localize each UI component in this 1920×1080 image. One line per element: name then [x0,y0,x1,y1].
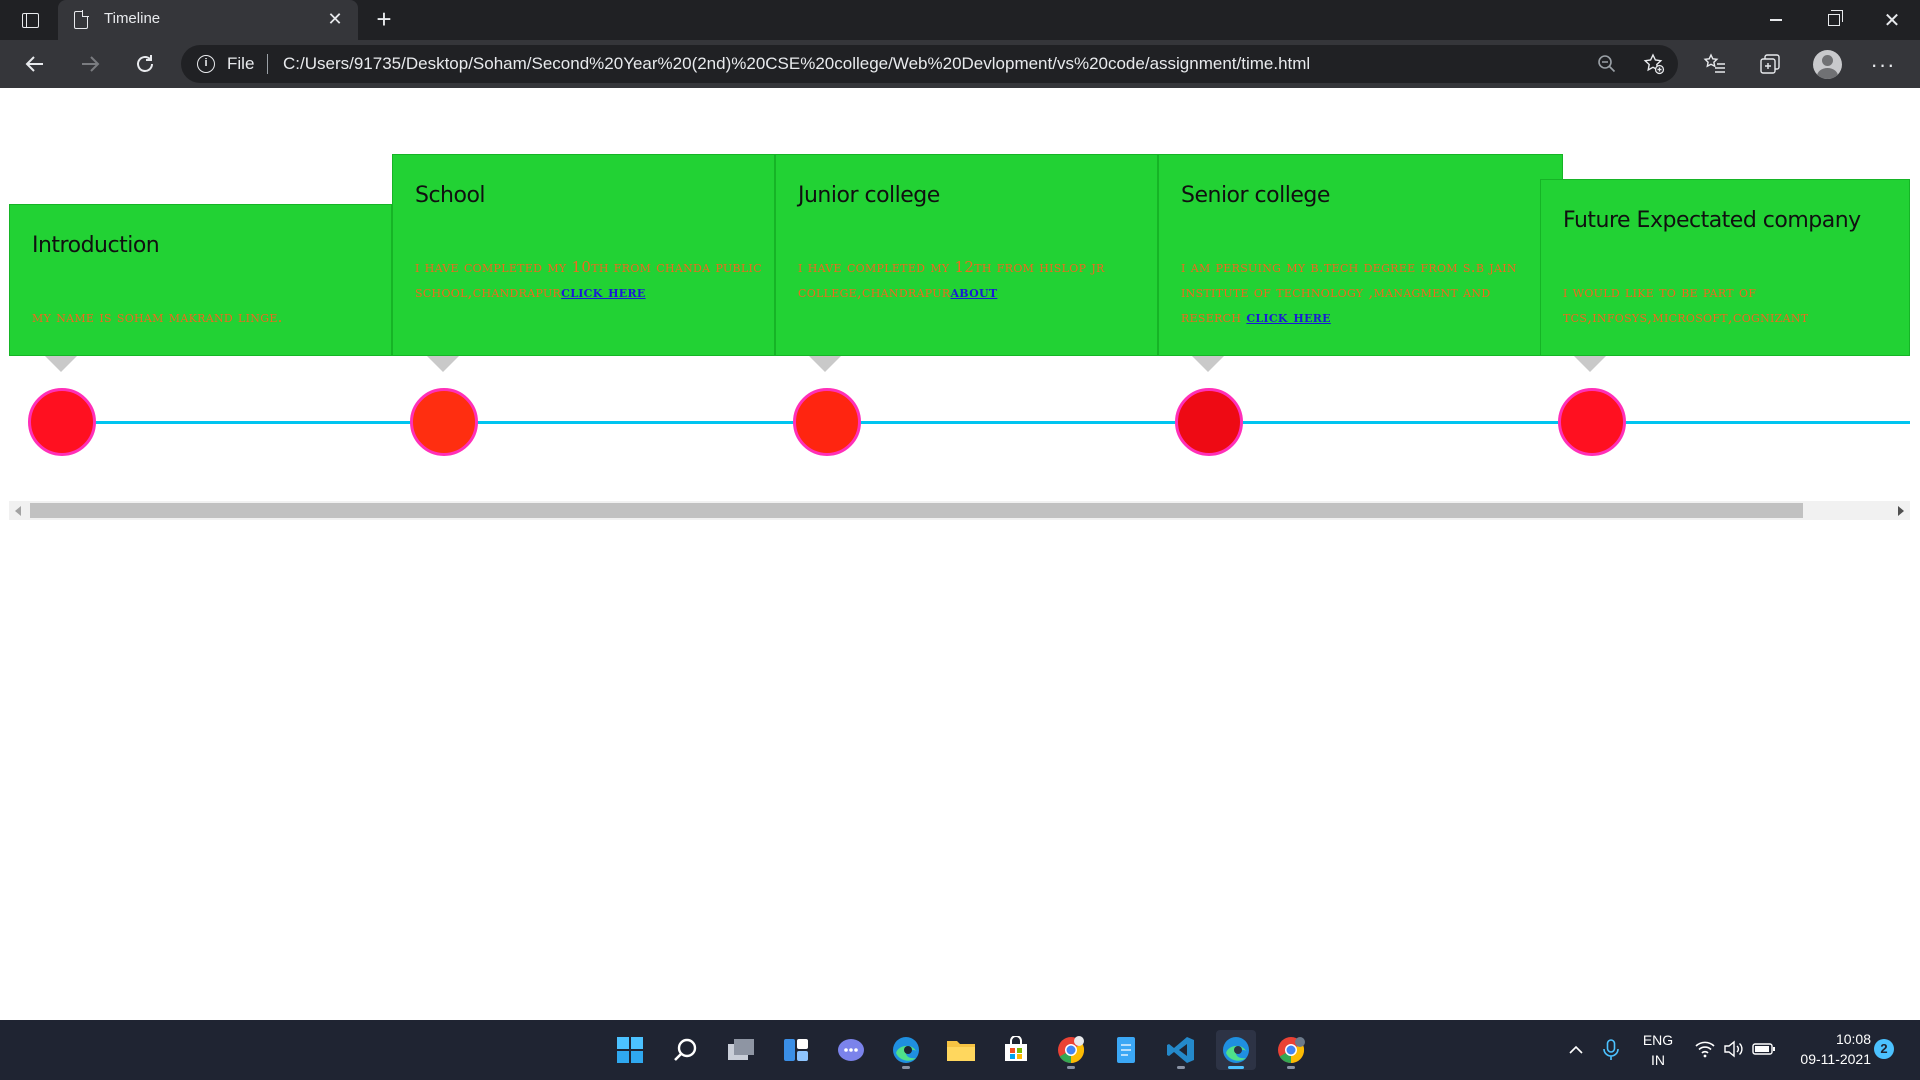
url-text[interactable]: C:/Users/91735/Desktop/Soham/Second%20Ye… [283,54,1310,74]
collections-icon[interactable] [1757,52,1783,78]
card-title: Senior college [1181,183,1330,208]
new-tab-button[interactable]: + [368,4,400,34]
title-bar: Timeline ✕ + ✕ [0,0,1920,40]
forward-arrow-icon[interactable] [72,48,108,80]
card-title: School [415,183,486,208]
click-here-link[interactable]: Click Here [561,283,645,301]
tab-actions-menu-icon[interactable] [14,8,46,32]
card-title: Junior college [798,183,940,208]
file-label: File [227,54,255,73]
show-hidden-icons-chevron-icon[interactable] [1566,1040,1586,1060]
clock-time[interactable]: 10:08 [1789,1031,1871,1047]
card-pointer [427,356,459,372]
teams-chat-icon[interactable] [831,1030,871,1070]
widgets-icon[interactable] [776,1030,816,1070]
timeline-card-senior-college: Senior college I am persuing my B.tech d… [1158,154,1563,356]
page-content: Introduction My name is Soham makrand LI… [0,88,1920,1020]
card-pointer [1574,356,1606,372]
click-here-link[interactable]: Click here [1246,308,1330,326]
scrollbar-thumb[interactable] [30,503,1803,518]
card-pointer [45,356,77,372]
about-link[interactable]: about [950,283,997,301]
card-text-body: My name is Soham makrand LINGE. [32,308,283,326]
card-pointer [1192,356,1224,372]
running-indicator [1228,1066,1244,1069]
close-tab-icon[interactable]: ✕ [324,8,346,30]
wifi-icon[interactable] [1694,1038,1716,1060]
minimize-button[interactable] [1748,0,1804,40]
card-text: I would like to be part of TCS,Infosys,M… [1563,280,1901,330]
microphone-icon[interactable] [1601,1038,1621,1062]
card-title: Introduction [32,233,160,258]
language-indicator-top[interactable]: ENG [1640,1032,1676,1048]
page-icon [74,10,89,29]
card-text: I am persuing my B.tech degree From S.b … [1181,255,1554,330]
timeline-dot [410,388,478,456]
chrome-profile-icon[interactable] [1271,1030,1311,1070]
zoom-out-icon[interactable] [1597,54,1617,74]
task-view-icon[interactable] [721,1030,761,1070]
timeline-dot [1175,388,1243,456]
add-favorite-star-icon[interactable] [1643,53,1665,75]
edge-active-icon[interactable] [1216,1030,1256,1070]
browser-tab[interactable]: Timeline ✕ [58,0,358,40]
close-window-button[interactable]: ✕ [1864,0,1920,40]
windows-start-icon[interactable] [610,1030,650,1070]
taskbar: ENG IN 10:08 09-11-2021 [0,1020,1920,1080]
horizontal-scrollbar[interactable] [9,501,1910,520]
card-text: My name is Soham makrand LINGE. [32,305,383,330]
edge-icon[interactable] [886,1030,926,1070]
timeline-card-introduction: Introduction My name is Soham makrand LI… [9,204,392,356]
language-indicator-bottom[interactable]: IN [1640,1052,1676,1068]
card-text-body: I would like to be part of TCS,Infosys,M… [1563,283,1809,326]
timeline-dot [28,388,96,456]
card-text: I have completed my 12th from Hislop Jr … [798,255,1149,305]
volume-icon[interactable] [1722,1038,1744,1060]
favorites-list-icon[interactable] [1702,52,1728,78]
reload-icon[interactable] [127,48,163,80]
card-text-body: I am persuing my B.tech degree From S.b … [1181,258,1517,326]
profile-avatar-icon[interactable] [1813,50,1842,79]
tab-title: Timeline [104,10,161,27]
restore-button[interactable] [1806,0,1862,40]
timeline-card-school: School I have completed my 10th from cha… [392,154,775,356]
card-pointer [809,356,841,372]
search-icon[interactable] [666,1030,706,1070]
timeline-line [62,421,1910,424]
scroll-right-arrow-icon[interactable] [1898,506,1904,516]
card-text: I have completed my 10th from chanda pub… [415,255,766,305]
clock-date[interactable]: 09-11-2021 [1789,1051,1871,1067]
timeline-dot [1558,388,1626,456]
timeline-dot [793,388,861,456]
browser-toolbar: i File C:/Users/91735/Desktop/Soham/Seco… [0,40,1920,88]
notification-badge[interactable]: 2 [1874,1039,1894,1059]
battery-icon[interactable] [1752,1040,1776,1058]
running-indicator [1067,1066,1075,1069]
timeline-card-future-company: Future Expectated company I would like t… [1540,179,1910,356]
running-indicator [902,1066,910,1069]
microsoft-store-icon[interactable] [996,1030,1036,1070]
back-arrow-icon[interactable] [17,48,53,80]
vscode-icon[interactable] [1161,1030,1201,1070]
chrome-icon[interactable] [1051,1030,1091,1070]
running-indicator [1287,1066,1295,1069]
notepad-icon[interactable] [1106,1030,1146,1070]
more-ellipsis-icon[interactable]: ··· [1870,52,1896,78]
timeline-card-junior-college: Junior college I have completed my 12th … [775,154,1158,356]
address-bar[interactable]: i File C:/Users/91735/Desktop/Soham/Seco… [181,45,1678,83]
file-explorer-icon[interactable] [941,1030,981,1070]
scroll-left-arrow-icon[interactable] [15,506,21,516]
info-icon[interactable]: i [197,55,215,73]
card-title: Future Expectated company [1563,208,1861,233]
running-indicator [1177,1066,1185,1069]
url-separator [267,54,268,74]
